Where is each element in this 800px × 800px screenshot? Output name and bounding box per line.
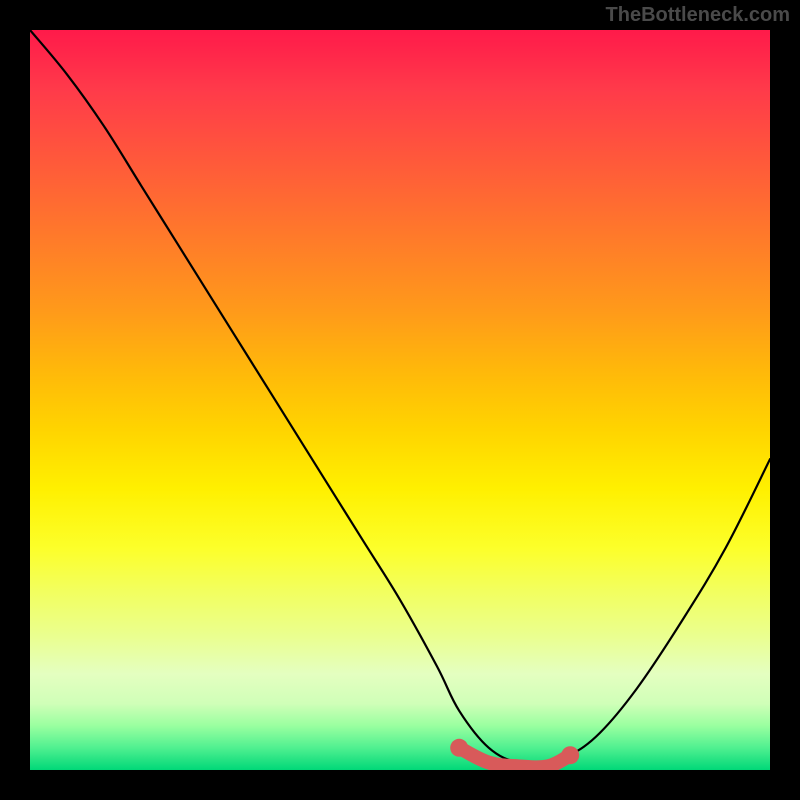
chart-frame: TheBottleneck.com [0, 0, 800, 800]
highlight-start-dot [450, 739, 468, 757]
curve-svg [30, 30, 770, 770]
plot-area [30, 30, 770, 770]
watermark-text: TheBottleneck.com [606, 4, 790, 27]
bottleneck-curve [30, 30, 770, 764]
highlight-segment [459, 748, 570, 768]
highlight-end-dot [561, 746, 579, 764]
